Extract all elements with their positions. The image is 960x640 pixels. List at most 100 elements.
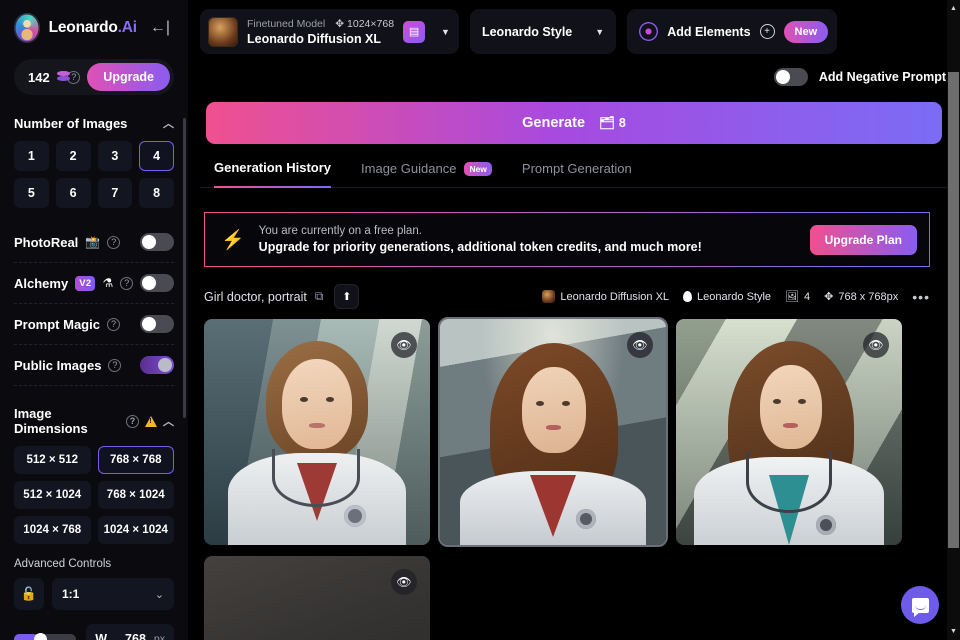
scroll-up-arrow-icon[interactable]: ▲ bbox=[947, 2, 960, 15]
tab-generation-history-label: Generation History bbox=[214, 160, 332, 175]
photoreal-toggle[interactable] bbox=[140, 233, 174, 251]
alchemy-toggle[interactable] bbox=[140, 274, 175, 292]
eye-icon-3[interactable]: 👁 bbox=[863, 332, 889, 358]
chevron-down-icon-model[interactable]: ▼ bbox=[434, 27, 450, 37]
dim-option-512x1024[interactable]: 512 × 1024 bbox=[14, 481, 91, 509]
aspect-ratio-select[interactable]: 1:1 ⌄ bbox=[52, 578, 174, 610]
image-dimensions-header[interactable]: Image Dimensions ? ︿ bbox=[14, 406, 174, 436]
toolbar-row: Finetuned Model ✥ 1024×768 Leonardo Diff… bbox=[200, 9, 948, 54]
num-option-8[interactable]: 8 bbox=[139, 178, 174, 208]
resize-icon: ✥ bbox=[335, 17, 345, 30]
images-icon: 🖼 bbox=[785, 291, 799, 303]
generation-feed: ⚡ You are currently on a free plan. Upgr… bbox=[188, 200, 960, 640]
meta-count-value: 4 bbox=[804, 290, 811, 303]
image-dimensions-title: Image Dimensions bbox=[14, 406, 88, 436]
model-mini-thumbnail-icon bbox=[542, 290, 556, 303]
scrollbar-thumb[interactable] bbox=[948, 72, 959, 548]
scroll-down-arrow-icon[interactable]: ▼ bbox=[947, 625, 960, 638]
tab-prompt-generation[interactable]: Prompt Generation bbox=[522, 161, 632, 187]
dim-option-768x1024[interactable]: 768 × 1024 bbox=[97, 481, 174, 509]
meta-count: 🖼 4 bbox=[785, 290, 811, 304]
sidebar-scrollbar[interactable] bbox=[183, 118, 186, 418]
width-row: W 768 px ⇅ bbox=[14, 624, 174, 640]
meta-style: Leonardo Style bbox=[683, 291, 771, 303]
number-of-images-grid: 1 2 3 4 5 6 7 8 bbox=[14, 141, 174, 208]
more-horizontal-icon[interactable]: ••• bbox=[912, 289, 930, 305]
chevron-down-icon-style[interactable]: ▼ bbox=[588, 27, 604, 37]
advanced-controls-title: Advanced Controls bbox=[14, 558, 112, 570]
free-plan-banner: ⚡ You are currently on a free plan. Upgr… bbox=[204, 212, 930, 267]
eye-icon-4[interactable]: 👁 bbox=[391, 569, 417, 595]
tab-image-guidance-badge: New bbox=[464, 161, 492, 176]
tab-image-guidance[interactable]: Image Guidance New bbox=[361, 161, 492, 187]
alchemy-help-icon[interactable]: ? bbox=[120, 276, 134, 290]
num-option-6[interactable]: 6 bbox=[55, 178, 91, 208]
num-option-3[interactable]: 3 bbox=[97, 141, 133, 171]
image-dimensions-help-icon[interactable]: ? bbox=[126, 414, 139, 428]
public-images-toggle[interactable] bbox=[140, 356, 174, 374]
generate-button[interactable]: Generate 🗂 8 bbox=[206, 102, 942, 144]
dim-option-1024x1024[interactable]: 1024 × 1024 bbox=[97, 516, 174, 544]
prompt-magic-label: Prompt Magic bbox=[14, 316, 100, 332]
chat-bubble-icon[interactable] bbox=[901, 586, 939, 624]
generated-image-1[interactable]: 👁 bbox=[204, 319, 430, 545]
dim-option-1024x768[interactable]: 1024 × 768 bbox=[14, 516, 91, 544]
alchemy-version-badge: V2 bbox=[75, 275, 96, 291]
generated-image-4[interactable]: 👁 bbox=[204, 556, 430, 640]
generated-image-2[interactable]: 👁 bbox=[438, 317, 668, 547]
eye-icon-1[interactable]: 👁 bbox=[391, 332, 417, 358]
main-content: Finetuned Model ✥ 1024×768 Leonardo Diff… bbox=[188, 0, 960, 640]
width-slider[interactable] bbox=[14, 632, 77, 640]
leonardo-logo-icon bbox=[14, 13, 40, 43]
number-of-images-header[interactable]: Number of Images ︿ bbox=[14, 115, 174, 131]
tab-generation-history[interactable]: Generation History bbox=[214, 160, 332, 188]
page-scrollbar[interactable]: ▲ ▼ bbox=[947, 0, 960, 640]
num-option-2[interactable]: 2 bbox=[55, 141, 91, 171]
upgrade-plan-button[interactable]: Upgrade Plan bbox=[809, 224, 917, 255]
width-field[interactable]: W 768 px ⇅ bbox=[86, 624, 174, 640]
prompt-toolbar: Finetuned Model ✥ 1024×768 Leonardo Diff… bbox=[188, 0, 960, 188]
number-of-images-title: Number of Images bbox=[14, 115, 128, 131]
plus-circle-icon[interactable]: + bbox=[759, 24, 775, 39]
collapse-left-icon[interactable]: ←| bbox=[146, 18, 174, 38]
add-elements-button[interactable]: Add Elements + New bbox=[627, 9, 838, 54]
copy-icon[interactable]: ⧉ bbox=[315, 289, 324, 304]
chevron-up-icon-dimensions[interactable]: ︿ bbox=[163, 413, 174, 429]
chevron-up-icon[interactable]: ︿ bbox=[163, 115, 174, 131]
coin-icon bbox=[56, 70, 69, 84]
style-label: Leonardo Style bbox=[481, 24, 573, 39]
meta-model-value: Leonardo Diffusion XL bbox=[560, 290, 670, 303]
arrow-up-icon[interactable]: ⬆ bbox=[334, 284, 360, 309]
banner-line-1: You are currently on a free plan. bbox=[258, 225, 422, 237]
upgrade-button[interactable]: Upgrade bbox=[87, 63, 170, 91]
public-images-help-icon[interactable]: ? bbox=[108, 358, 122, 372]
model-thumbnail bbox=[208, 16, 238, 47]
generated-images-row: 👁 👁 👁 bbox=[204, 317, 930, 547]
aspect-ratio-value: 1:1 bbox=[62, 587, 80, 601]
dim-option-512x512[interactable]: 512 × 512 bbox=[14, 446, 91, 474]
unlock-icon[interactable]: 🔓 bbox=[14, 578, 44, 610]
prompt-magic-toggle[interactable] bbox=[140, 315, 174, 333]
preset-icon[interactable]: ▤ bbox=[403, 20, 426, 43]
model-resolution: ✥ 1024×768 bbox=[335, 18, 394, 30]
model-selector[interactable]: Finetuned Model ✥ 1024×768 Leonardo Diff… bbox=[200, 9, 459, 54]
photoreal-help-icon[interactable]: ? bbox=[107, 235, 121, 249]
eye-icon-2[interactable]: 👁 bbox=[627, 332, 653, 358]
num-option-1[interactable]: 1 bbox=[14, 141, 49, 171]
width-axis-label: W bbox=[95, 632, 108, 640]
credits-amount: 142 bbox=[28, 69, 50, 85]
negative-prompt-toggle[interactable] bbox=[773, 68, 808, 86]
droplet-icon bbox=[683, 291, 693, 302]
style-selector[interactable]: Leonardo Style ▼ bbox=[469, 9, 617, 54]
generation-meta-row: Girl doctor, portrait ⧉ ⬆ Leonardo Diffu… bbox=[204, 284, 930, 309]
generated-image-3[interactable]: 👁 bbox=[676, 319, 902, 545]
meta-style-value: Leonardo Style bbox=[697, 290, 772, 303]
num-option-5[interactable]: 5 bbox=[14, 178, 49, 208]
tab-bar: Generation History Image Guidance New Pr… bbox=[214, 160, 948, 188]
num-option-4[interactable]: 4 bbox=[139, 141, 174, 171]
prompt-magic-help-icon[interactable]: ? bbox=[106, 317, 120, 331]
token-icon: 🗂 bbox=[599, 115, 615, 130]
num-option-7[interactable]: 7 bbox=[97, 178, 133, 208]
toggle-row-alchemy: Alchemy V2 ⚗ ? bbox=[14, 263, 175, 304]
dim-option-768x768[interactable]: 768 × 768 bbox=[97, 446, 174, 474]
